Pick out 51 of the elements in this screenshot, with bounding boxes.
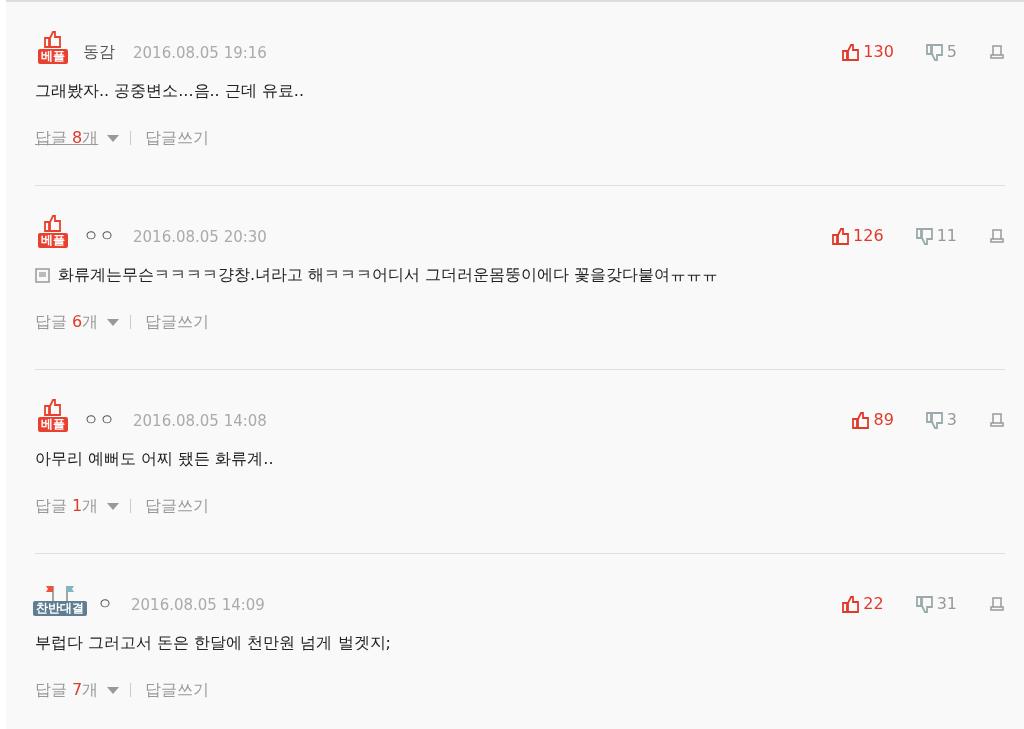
- thumbs-up-icon: [842, 43, 860, 61]
- dislike-button[interactable]: 11: [915, 224, 957, 248]
- dislike-button[interactable]: 3: [925, 408, 957, 432]
- report-icon[interactable]: [989, 228, 1005, 244]
- thumbs-up-icon: [44, 215, 62, 233]
- badge-label: 베플: [38, 233, 68, 248]
- author-name: ㅇㅇ: [83, 225, 115, 247]
- comment-text: 화류계는무슨ㅋㅋㅋㅋ걍창.녀라고 해ㅋㅋㅋ어디서 그더러운몸뚱이에다 꽃을갖다붙여ㅠㅠㅠ: [58, 264, 719, 286]
- report-icon[interactable]: [989, 44, 1005, 60]
- comment-text: 그래봤자.. 공중변소...음.. 근데 유료..: [35, 80, 305, 102]
- caret-icon[interactable]: [106, 133, 121, 143]
- caret-icon[interactable]: [106, 317, 121, 327]
- comment-text: 아무리 예뻐도 어찌 됐든 화류계..: [35, 448, 274, 470]
- comment-date: 2016.08.05 14:08: [133, 410, 267, 432]
- comment-date: 2016.08.05 19:16: [133, 42, 267, 64]
- badge-label: 찬반대결: [33, 601, 87, 616]
- like-button[interactable]: 22: [842, 592, 884, 616]
- badge-label: 베플: [38, 49, 68, 64]
- comment-text: 부럽다 그러고서 돈은 한달에 천만원 넘게 벌겟지;: [35, 632, 391, 654]
- report-icon[interactable]: [989, 412, 1005, 428]
- thumbs-down-icon: [915, 595, 933, 613]
- thumbs-down-icon: [915, 227, 933, 245]
- like-button[interactable]: 89: [852, 408, 894, 432]
- dislike-button[interactable]: 31: [915, 592, 957, 616]
- replies-link[interactable]: 답글 7개: [35, 678, 99, 702]
- author-name: 동감: [83, 41, 115, 63]
- dislike-button[interactable]: 5: [925, 40, 957, 64]
- caret-icon[interactable]: [106, 685, 121, 695]
- thumbs-up-icon: [832, 227, 850, 245]
- thumbs-up-icon: [852, 411, 870, 429]
- flags-icon: [45, 585, 75, 601]
- replies-link[interactable]: 답글 1개: [35, 494, 99, 518]
- author-name: ㅇ: [97, 593, 113, 615]
- report-icon[interactable]: [989, 596, 1005, 612]
- like-button[interactable]: 126: [832, 224, 884, 248]
- caret-icon[interactable]: [106, 501, 121, 511]
- thumbs-up-icon: [44, 399, 62, 417]
- write-reply-link[interactable]: 답글쓰기: [145, 310, 210, 334]
- thumbs-down-icon: [925, 43, 943, 61]
- write-reply-link[interactable]: 답글쓰기: [145, 678, 210, 702]
- comment-date: 2016.08.05 14:09: [131, 594, 265, 616]
- thumbs-down-icon: [925, 411, 943, 429]
- thumbs-up-icon: [44, 31, 62, 49]
- replies-link[interactable]: 답글 6개: [35, 310, 99, 334]
- write-reply-link[interactable]: 답글쓰기: [145, 494, 210, 518]
- thumbs-up-icon: [842, 595, 860, 613]
- like-button[interactable]: 130: [842, 40, 894, 64]
- comment-date: 2016.08.05 20:30: [133, 226, 267, 248]
- author-name: ㅇㅇ: [83, 409, 115, 431]
- badge-label: 베플: [38, 417, 68, 432]
- write-reply-link[interactable]: 답글쓰기: [145, 126, 210, 150]
